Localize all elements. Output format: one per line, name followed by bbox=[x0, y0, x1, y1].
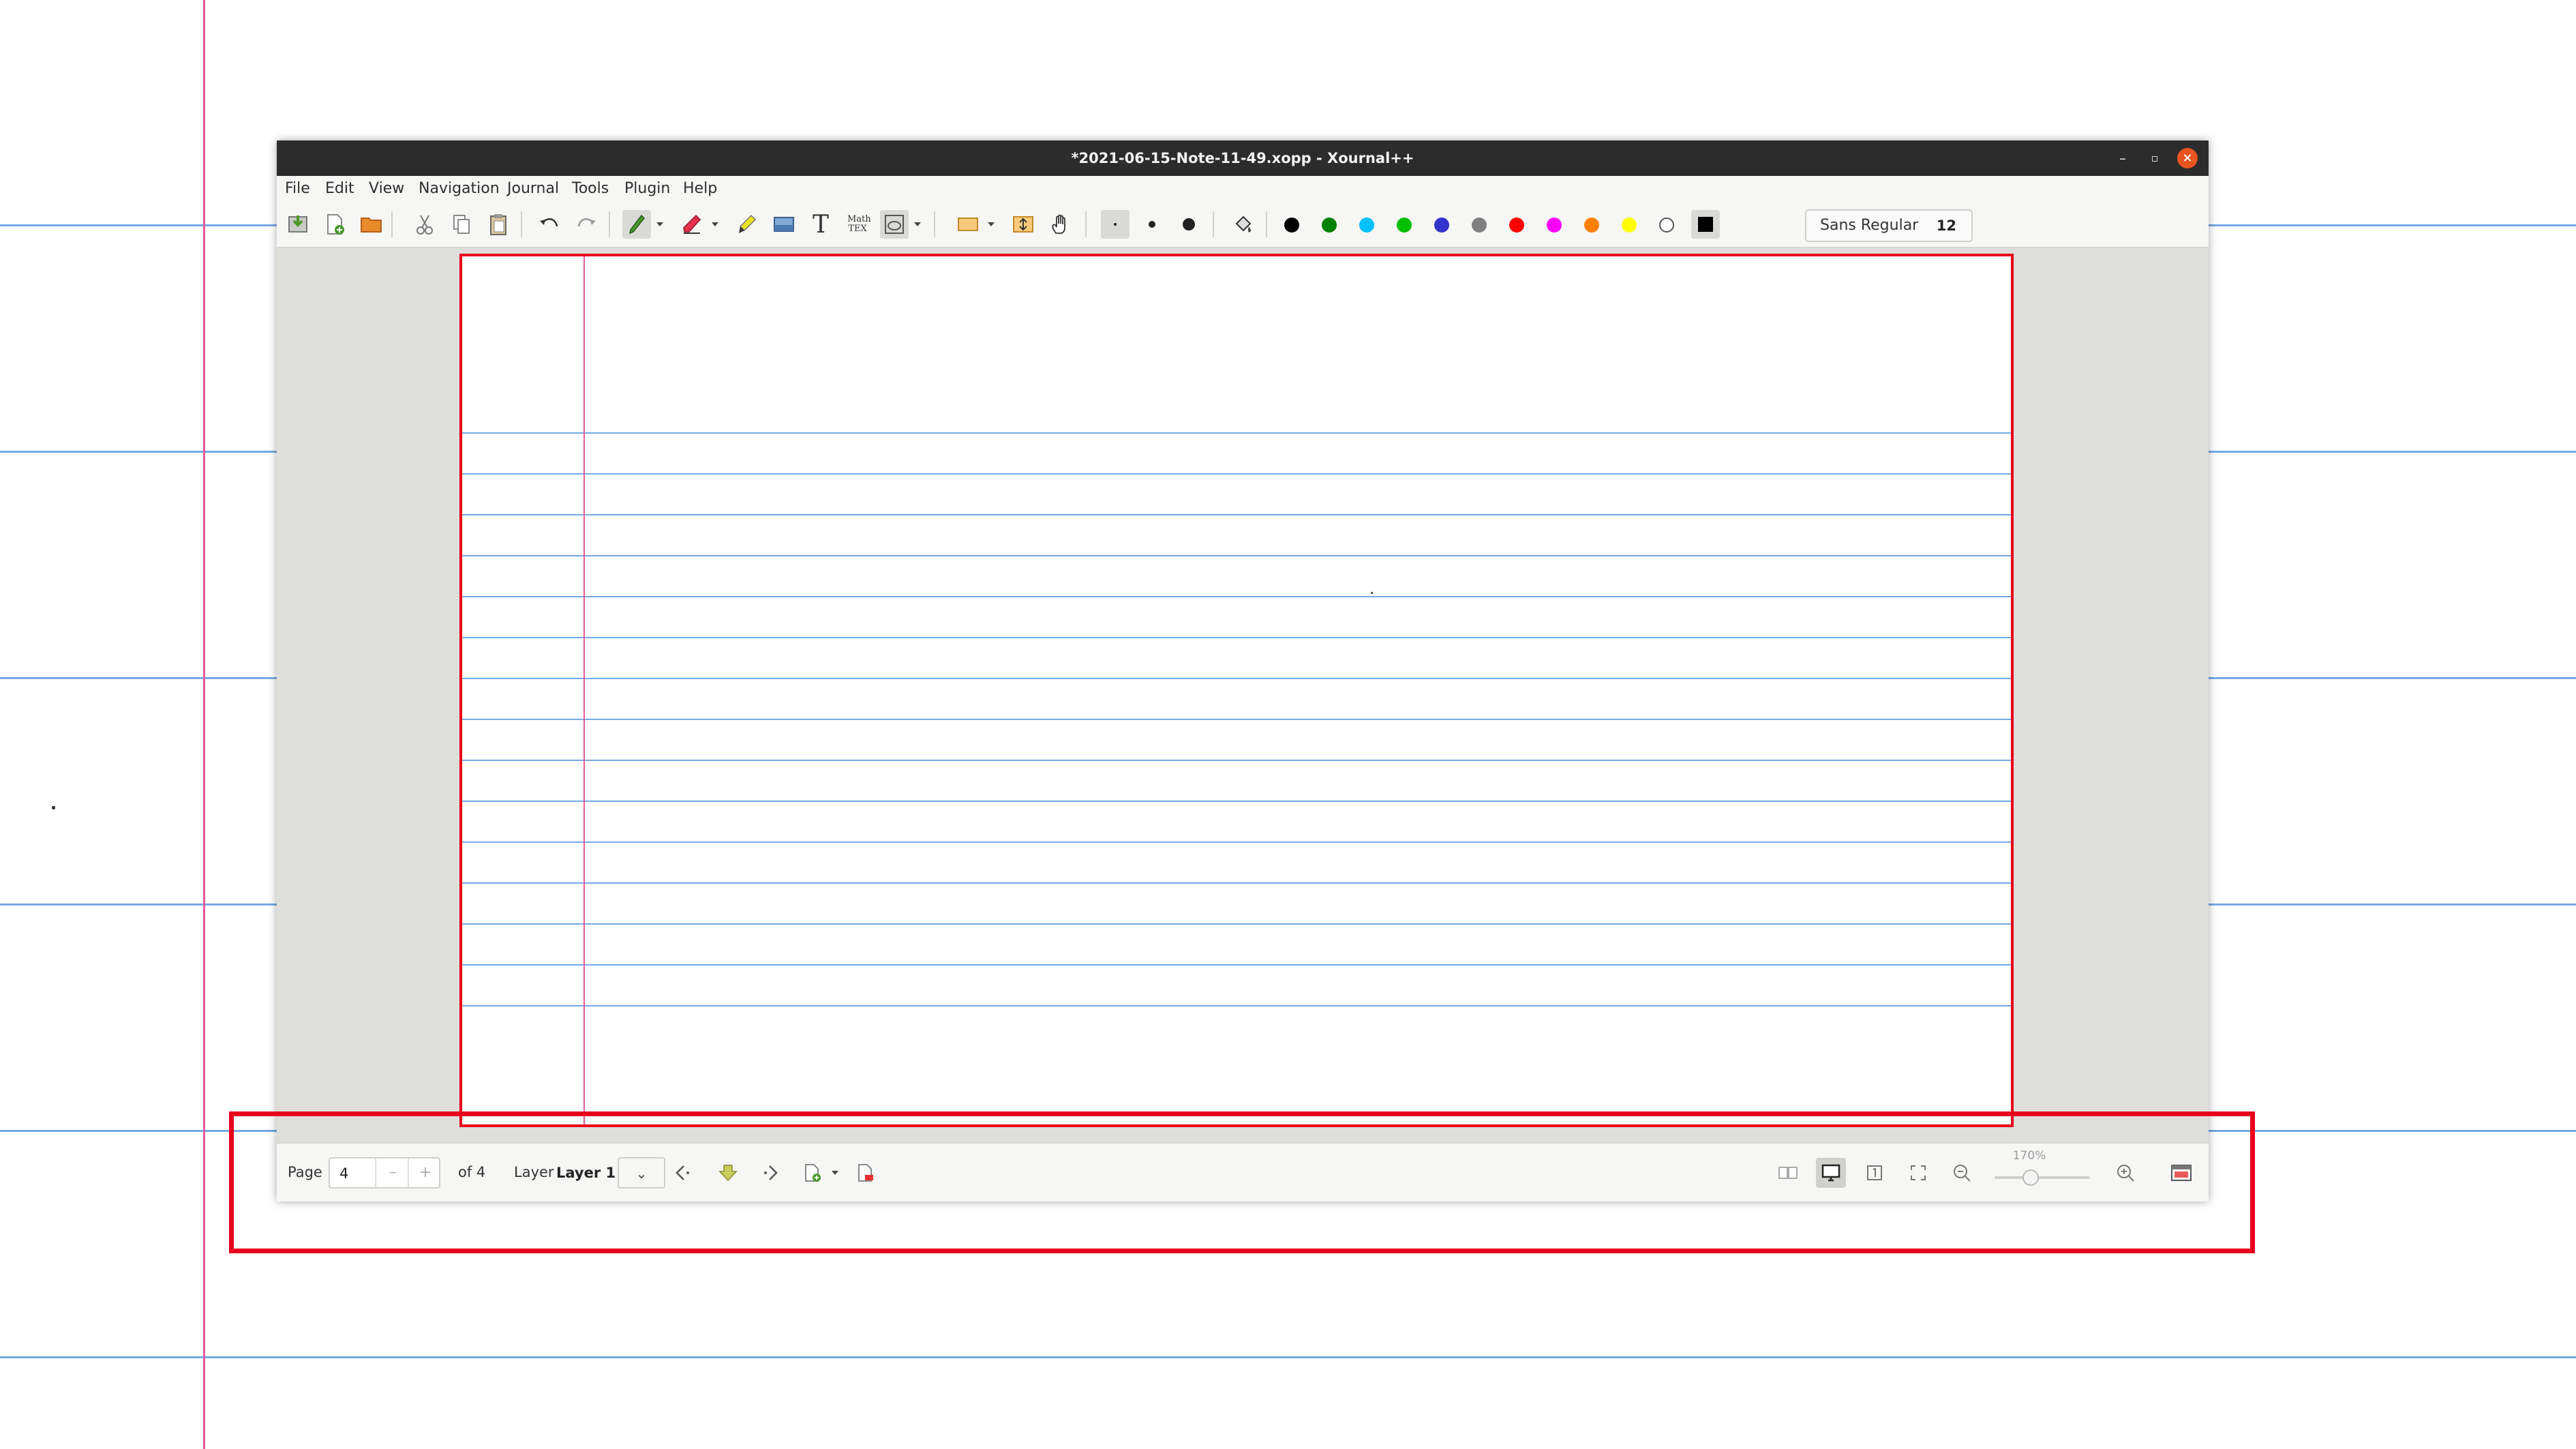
select-rectangle-icon[interactable] bbox=[954, 210, 982, 239]
title-bar[interactable]: *2021-06-15-Note-11-49.xopp - Xournal++ … bbox=[277, 140, 2209, 176]
color-swatch-blue[interactable] bbox=[1434, 218, 1449, 233]
font-name: Sans Regular bbox=[1820, 217, 1919, 234]
menu-help[interactable]: Help bbox=[683, 176, 717, 202]
menu-navigation[interactable]: Navigation bbox=[419, 176, 500, 202]
menu-view[interactable]: View bbox=[369, 176, 404, 202]
paste-icon[interactable] bbox=[484, 210, 513, 239]
maximize-button[interactable]: ▫ bbox=[2145, 148, 2165, 168]
menu-edit[interactable]: Edit bbox=[325, 176, 354, 202]
fill-icon[interactable] bbox=[1229, 210, 1258, 239]
hand-tool-icon[interactable] bbox=[1046, 210, 1074, 239]
page-margin-line bbox=[584, 256, 585, 1124]
custom-color-button[interactable] bbox=[1691, 210, 1720, 239]
thin-line-icon[interactable] bbox=[1101, 210, 1130, 239]
toolbar-separator bbox=[1213, 211, 1214, 237]
color-swatch-black[interactable] bbox=[1284, 218, 1299, 233]
background-margin-line bbox=[203, 0, 205, 1449]
color-swatch-gray[interactable] bbox=[1472, 218, 1487, 233]
font-size: 12 bbox=[1936, 218, 1956, 234]
image-icon[interactable] bbox=[770, 210, 798, 239]
document-canvas[interactable] bbox=[277, 248, 2209, 1142]
background-stroke-dot bbox=[52, 806, 55, 809]
math-tex-icon[interactable]: Math TEX bbox=[843, 210, 872, 239]
toolbar-separator bbox=[1266, 211, 1267, 237]
undo-icon[interactable] bbox=[535, 210, 564, 239]
active-color-square bbox=[1698, 217, 1713, 232]
toolbar-separator bbox=[1085, 211, 1087, 237]
text-tool-glyph: T bbox=[812, 210, 829, 239]
toolbar-separator bbox=[609, 211, 610, 237]
redo-icon[interactable] bbox=[572, 210, 601, 239]
pen-icon[interactable] bbox=[622, 210, 651, 239]
menu-tools[interactable]: Tools bbox=[572, 176, 609, 202]
toolbar-separator bbox=[934, 211, 935, 237]
toolbar-separator bbox=[521, 211, 522, 237]
medium-line-icon[interactable] bbox=[1138, 210, 1166, 239]
thick-line-icon[interactable] bbox=[1175, 210, 1203, 239]
menu-journal[interactable]: Journal bbox=[507, 176, 559, 202]
highlighter-icon[interactable] bbox=[733, 210, 761, 239]
select-dropdown-chevron-down-icon[interactable] bbox=[982, 210, 1000, 239]
color-swatch-yellow[interactable] bbox=[1622, 218, 1637, 233]
eraser-dropdown-chevron-down-icon[interactable] bbox=[706, 210, 724, 239]
menu-plugin[interactable]: Plugin bbox=[624, 176, 670, 202]
main-toolbar: T Math TEX Sans Regular 12 bbox=[277, 202, 2209, 248]
color-swatch-light-green[interactable] bbox=[1397, 218, 1412, 233]
math-tex-label: Math TEX bbox=[847, 214, 871, 234]
color-swatch-red[interactable] bbox=[1509, 218, 1524, 233]
color-swatch-light-blue[interactable] bbox=[1359, 218, 1374, 233]
color-swatch-white[interactable] bbox=[1659, 218, 1674, 233]
copy-icon[interactable] bbox=[447, 210, 476, 239]
page-stroke-dot bbox=[1371, 592, 1373, 594]
cut-icon[interactable] bbox=[410, 210, 439, 239]
document-page[interactable] bbox=[459, 254, 2014, 1127]
pen-dropdown-chevron-down-icon[interactable] bbox=[651, 210, 669, 239]
menu-file[interactable]: File bbox=[285, 176, 310, 202]
window-title: *2021-06-15-Note-11-49.xopp - Xournal++ bbox=[1071, 150, 1414, 166]
shape-dropdown-chevron-down-icon[interactable] bbox=[909, 210, 926, 239]
color-swatch-green[interactable] bbox=[1322, 218, 1337, 233]
app-window: *2021-06-15-Note-11-49.xopp - Xournal++ … bbox=[277, 140, 2209, 1201]
color-swatch-orange[interactable] bbox=[1584, 218, 1599, 233]
highlight-box bbox=[229, 1111, 2255, 1253]
text-tool-icon[interactable]: T bbox=[806, 210, 835, 239]
new-document-icon[interactable] bbox=[320, 210, 349, 239]
font-selector[interactable]: Sans Regular 12 bbox=[1805, 209, 1973, 242]
shape-recognizer-icon[interactable] bbox=[880, 210, 909, 239]
eraser-icon[interactable] bbox=[678, 210, 706, 239]
toolbar-separator bbox=[391, 211, 393, 237]
vertical-space-icon[interactable] bbox=[1009, 210, 1037, 239]
open-folder-icon[interactable] bbox=[357, 210, 386, 239]
save-icon[interactable] bbox=[284, 210, 312, 239]
color-swatch-magenta[interactable] bbox=[1547, 218, 1562, 233]
menu-bar: File Edit View Navigation Journal Tools … bbox=[277, 176, 2209, 202]
minimize-button[interactable]: – bbox=[2112, 148, 2133, 168]
close-button[interactable]: × bbox=[2177, 148, 2198, 168]
